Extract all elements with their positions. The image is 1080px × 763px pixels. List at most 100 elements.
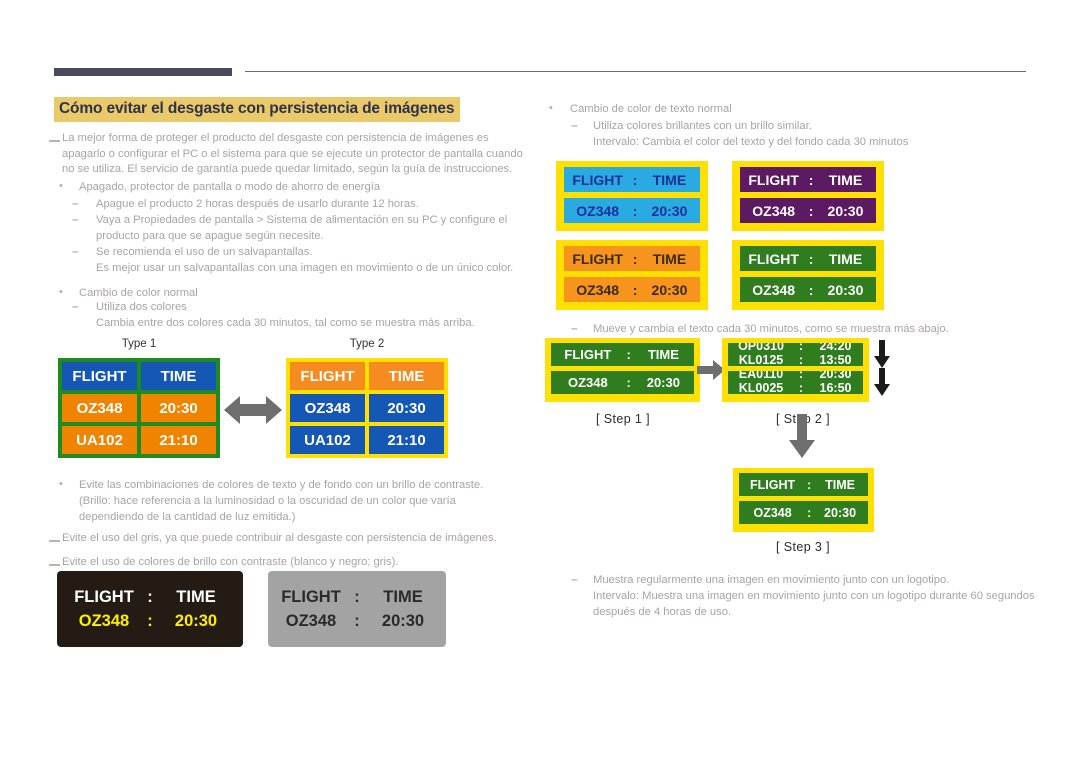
panel-flight-code: OZ348 xyxy=(752,281,796,298)
step2-flight-time: 13:50 xyxy=(819,353,852,366)
bullet-2-sub-1-note: Cambia entre dos colores cada 30 minutos… xyxy=(96,317,475,329)
step1-separator: : xyxy=(626,347,631,362)
type-2-label: Type 2 xyxy=(349,338,385,350)
panel-flight-code: OZ348 xyxy=(576,202,620,219)
contrast-header-flight: FLIGHT xyxy=(281,587,341,606)
color-shift-panel-cyan: FLIGHT : TIME OZ348 : 20:30 xyxy=(556,161,708,231)
note-dash-gray xyxy=(49,540,60,542)
note-avoid-gray: Evite el uso del gris, ya que puede cont… xyxy=(62,532,497,544)
panel-flight-time: 20:30 xyxy=(827,202,864,219)
flight-board-type-1: FLIGHT TIME OZ348 20:30 UA102 21:10 xyxy=(58,358,220,458)
right-bullet-2-sub: Mueve y cambia el texto cada 30 minutos,… xyxy=(593,323,949,335)
page-title: Cómo evitar el desgaste con persistencia… xyxy=(54,97,461,122)
step1-header-flight: FLIGHT xyxy=(564,347,612,362)
step1-separator: : xyxy=(626,375,631,390)
board-flight-time: 21:10 xyxy=(369,426,444,454)
contrast-header-row: FLIGHT : TIME xyxy=(67,588,233,607)
panel-separator: : xyxy=(632,281,638,298)
panel-separator: : xyxy=(632,171,638,188)
contrast-data-row: OZ348 : 20:30 xyxy=(67,612,233,631)
board-header-flight: FLIGHT xyxy=(62,362,137,390)
panel-header-flight: FLIGHT xyxy=(572,250,623,267)
board-flight-code: OZ348 xyxy=(62,394,137,422)
contrast-header-time: TIME xyxy=(383,587,423,606)
intro-note: La mejor forma de proteger el producto d… xyxy=(62,132,523,176)
board-header-time: TIME xyxy=(369,362,444,390)
step-2-board: OP0310 : 24:20 KL0125 : 13:50 EA0110 : 2… xyxy=(722,338,869,402)
board-flight-time: 20:30 xyxy=(141,394,216,422)
panel-header-flight: FLIGHT xyxy=(748,250,799,267)
board-header-flight: FLIGHT xyxy=(290,362,365,390)
contrast-panel-black: FLIGHT : TIME OZ348 : 20:30 xyxy=(57,571,243,647)
panel-header-flight: FLIGHT xyxy=(748,171,799,188)
bullet-1-sub-2: Vaya a Propiedades de pantalla > Sistema… xyxy=(96,214,508,242)
step2-flight-code: KL0125 xyxy=(738,353,784,366)
step2-scrolling-band-1: OP0310 : 24:20 KL0125 : 13:50 xyxy=(728,343,863,366)
scroll-down-arrow-icon-2 xyxy=(874,368,890,396)
step-3-board: FLIGHT : TIME OZ348 : 20:30 xyxy=(733,468,874,532)
step2-flight-time: 16:50 xyxy=(819,381,852,394)
board-data-row: UA102 21:10 xyxy=(62,426,216,454)
panel-flight-time: 20:30 xyxy=(651,202,688,219)
panel-separator: : xyxy=(632,202,638,219)
step1-flight-time: 20:30 xyxy=(646,375,680,390)
bullet-1-sub-3: Se recomienda el uso de un salvapantalla… xyxy=(96,246,313,258)
contrast-separator: : xyxy=(354,611,360,630)
step2-line: KL0125 : 13:50 xyxy=(728,353,863,366)
board-flight-code: UA102 xyxy=(62,426,137,454)
right-arrow-icon xyxy=(697,358,725,382)
step3-header-time: TIME xyxy=(825,477,855,492)
contrast-header-time: TIME xyxy=(176,587,216,606)
bullet-3-note: (Brillo: hace referencia a la luminosida… xyxy=(79,495,456,523)
panel-flight-time: 20:30 xyxy=(827,281,864,298)
contrast-flight-code: OZ348 xyxy=(78,611,130,630)
board-flight-code: UA102 xyxy=(290,426,365,454)
panel-header-band: FLIGHT : TIME xyxy=(564,167,700,192)
panel-flight-code: OZ348 xyxy=(752,202,796,219)
board-header-row: FLIGHT TIME xyxy=(290,362,444,390)
header-rule-line xyxy=(245,71,1026,72)
color-shift-panel-orange: FLIGHT : TIME OZ348 : 20:30 xyxy=(556,240,708,310)
note-dash-contrast xyxy=(49,564,60,566)
contrast-separator: : xyxy=(354,587,360,606)
panel-header-time: TIME xyxy=(652,250,687,267)
step3-data-band: OZ348 : 20:30 xyxy=(739,501,868,524)
bullet-2-sub-1: Utiliza dos colores xyxy=(96,301,187,313)
right-bullet-1-sub-1-note: Intervalo: Cambia el color del texto y d… xyxy=(593,136,909,148)
right-bullet-1-sub-1: Utiliza colores brillantes con un brillo… xyxy=(593,120,812,132)
right-bottom-dash: – xyxy=(571,572,578,586)
board-flight-time: 20:30 xyxy=(369,394,444,422)
panel-header-time: TIME xyxy=(828,171,863,188)
right-bottom-sub: Muestra regularmente una imagen en movim… xyxy=(593,574,950,586)
step2-flight-code: KL0025 xyxy=(738,381,784,394)
bullet-marker-3: • xyxy=(59,478,63,490)
panel-data-band: OZ348 : 20:30 xyxy=(740,198,876,223)
step3-separator: : xyxy=(807,477,812,492)
right-sub-dash-1: – xyxy=(571,118,578,132)
scroll-down-arrow-icon-1 xyxy=(874,340,890,368)
panel-flight-code: OZ348 xyxy=(576,281,620,298)
step2-scrolling-band-2: EA0110 : 20:30 KL0025 : 16:50 xyxy=(728,371,863,394)
step3-flight-time: 20:30 xyxy=(824,505,857,520)
step1-header-time: TIME xyxy=(647,347,679,362)
board-header-time: TIME xyxy=(141,362,216,390)
panel-header-band: FLIGHT : TIME xyxy=(740,246,876,271)
right-sub-dash-2: – xyxy=(571,321,578,335)
panel-separator: : xyxy=(808,250,814,267)
flight-board-type-2: FLIGHT TIME OZ348 20:30 UA102 21:10 xyxy=(286,358,448,458)
step-flow-down-arrow-icon xyxy=(789,414,815,458)
contrast-separator: : xyxy=(147,587,153,606)
right-bottom-note: Intervalo: Muestra una imagen en movimie… xyxy=(593,590,1035,618)
sub-dash-2-1: – xyxy=(72,299,79,313)
contrast-separator: : xyxy=(147,611,153,630)
color-shift-panel-purple: FLIGHT : TIME OZ348 : 20:30 xyxy=(732,161,884,231)
step1-data-band: OZ348 : 20:30 xyxy=(551,371,694,394)
sub-dash-1-3: – xyxy=(72,244,79,258)
step2-separator: : xyxy=(798,353,804,366)
double-arrow-icon xyxy=(224,392,282,428)
bullet-marker-2: • xyxy=(59,286,63,298)
step-1-label: [ Step 1 ] xyxy=(596,412,651,426)
contrast-flight-code: OZ348 xyxy=(285,611,337,630)
panel-separator: : xyxy=(808,171,814,188)
step3-flight-code: OZ348 xyxy=(753,505,792,520)
